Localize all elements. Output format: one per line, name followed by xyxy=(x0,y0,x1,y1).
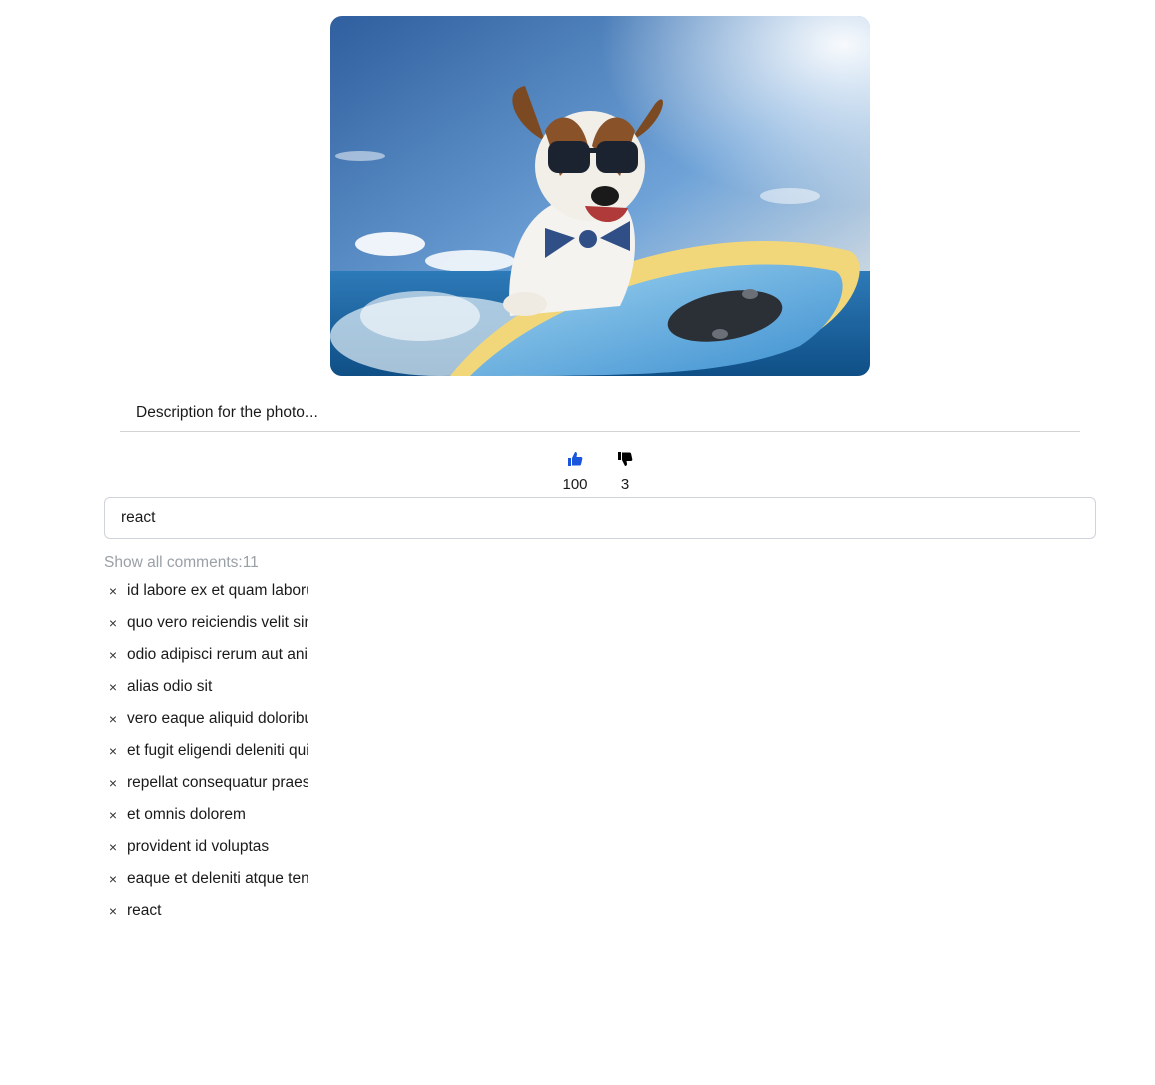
remove-comment-button[interactable]: × xyxy=(104,647,122,663)
description-text: Description for the photo... xyxy=(136,404,318,421)
comment-text: provident id voluptas xyxy=(127,838,270,855)
dislike-button[interactable]: 3 xyxy=(610,450,640,493)
remove-comment-button[interactable]: × xyxy=(104,839,122,855)
remove-comment-button[interactable]: × xyxy=(104,743,122,759)
remove-comment-button[interactable]: × xyxy=(104,583,122,599)
photo-description: Description for the photo... xyxy=(120,392,1080,432)
comment-text: odio adipisci rerum aut animi xyxy=(127,646,308,663)
comment-item: × eaque et deleniti atque tenetur xyxy=(104,863,308,895)
comment-text: eaque et deleniti atque tenetur xyxy=(127,870,308,887)
comment-text: react xyxy=(127,902,162,919)
post-photo xyxy=(330,16,870,376)
remove-comment-button[interactable]: × xyxy=(104,775,122,791)
comment-item: × vero eaque aliquid doloribus xyxy=(104,703,308,735)
remove-comment-button[interactable]: × xyxy=(104,903,122,919)
show-all-comments-link[interactable]: Show all comments:11 xyxy=(104,554,259,572)
comment-item: × id labore ex et quam laborum xyxy=(104,575,308,607)
thumbs-down-icon xyxy=(618,452,633,466)
remove-comment-button[interactable]: × xyxy=(104,711,122,727)
thumbs-up-icon xyxy=(568,452,583,466)
comment-input[interactable] xyxy=(104,497,1096,539)
remove-comment-button[interactable]: × xyxy=(104,871,122,887)
photo-post-page: Description for the photo... 100 3 Show … xyxy=(0,0,1155,1085)
comment-text: repellat consequatur praesentium xyxy=(127,774,308,791)
comment-item: × et fugit eligendi deleniti quidem xyxy=(104,735,308,767)
like-count: 100 xyxy=(562,476,588,493)
remove-comment-button[interactable]: × xyxy=(104,679,122,695)
comment-item: × repellat consequatur praesentium xyxy=(104,767,308,799)
remove-comment-button[interactable]: × xyxy=(104,807,122,823)
comment-text: id labore ex et quam laborum xyxy=(127,582,308,599)
comment-text: et omnis dolorem xyxy=(127,806,246,823)
comment-item: × alias odio sit xyxy=(104,671,308,703)
comment-text: alias odio sit xyxy=(127,678,213,695)
like-button[interactable]: 100 xyxy=(560,450,590,493)
comment-item: × react xyxy=(104,895,308,927)
comment-list: × id labore ex et quam laborum × quo vero … xyxy=(104,575,308,927)
comment-text: vero eaque aliquid doloribus xyxy=(127,710,308,727)
dislike-count: 3 xyxy=(620,476,630,493)
comment-text: quo vero reiciendis velit similique xyxy=(127,614,308,631)
comment-item: × odio adipisci rerum aut animi xyxy=(104,639,308,671)
remove-comment-button[interactable]: × xyxy=(104,615,122,631)
comment-item: × quo vero reiciendis velit similique xyxy=(104,607,308,639)
comment-item: × et omnis dolorem xyxy=(104,799,308,831)
comment-text: et fugit eligendi deleniti quidem xyxy=(127,742,308,759)
comment-item: × provident id voluptas xyxy=(104,831,308,863)
